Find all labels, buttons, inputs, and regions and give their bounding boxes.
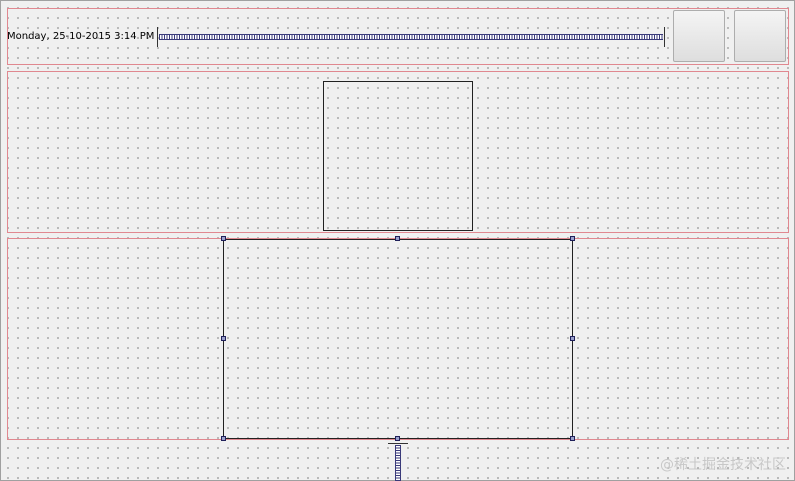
spacer-endcap-left xyxy=(157,27,158,47)
resize-handle-icon-top-right[interactable] xyxy=(570,236,575,241)
resize-handle-icon-bottom-left[interactable] xyxy=(221,436,226,441)
middle-frame-widget[interactable] xyxy=(323,81,473,231)
resize-handle-icon-bottom[interactable] xyxy=(395,436,400,441)
spacer-spring xyxy=(159,34,663,40)
resize-handle-icon-top[interactable] xyxy=(395,236,400,241)
watermark-text: @稀土掘金技术社区 xyxy=(660,457,786,473)
datetime-label[interactable]: Monday, 25-10-2015 3:14 PM xyxy=(7,31,154,42)
vertical-spacer-icon[interactable] xyxy=(388,443,408,481)
spacer-endcap-right xyxy=(664,27,665,47)
resize-handle-icon-left[interactable] xyxy=(221,336,226,341)
selected-widget[interactable] xyxy=(223,239,573,439)
toolbar-button-2[interactable] xyxy=(734,10,786,62)
spacer-spring-vertical xyxy=(395,445,401,481)
resize-handle-icon-bottom-right[interactable] xyxy=(570,436,575,441)
toolbar-button-1[interactable] xyxy=(673,10,725,62)
resize-handle-icon-top-left[interactable] xyxy=(221,236,226,241)
horizontal-spacer-icon[interactable] xyxy=(157,27,665,47)
spacer-endcap-top xyxy=(388,443,408,444)
resize-handle-icon-right[interactable] xyxy=(570,336,575,341)
